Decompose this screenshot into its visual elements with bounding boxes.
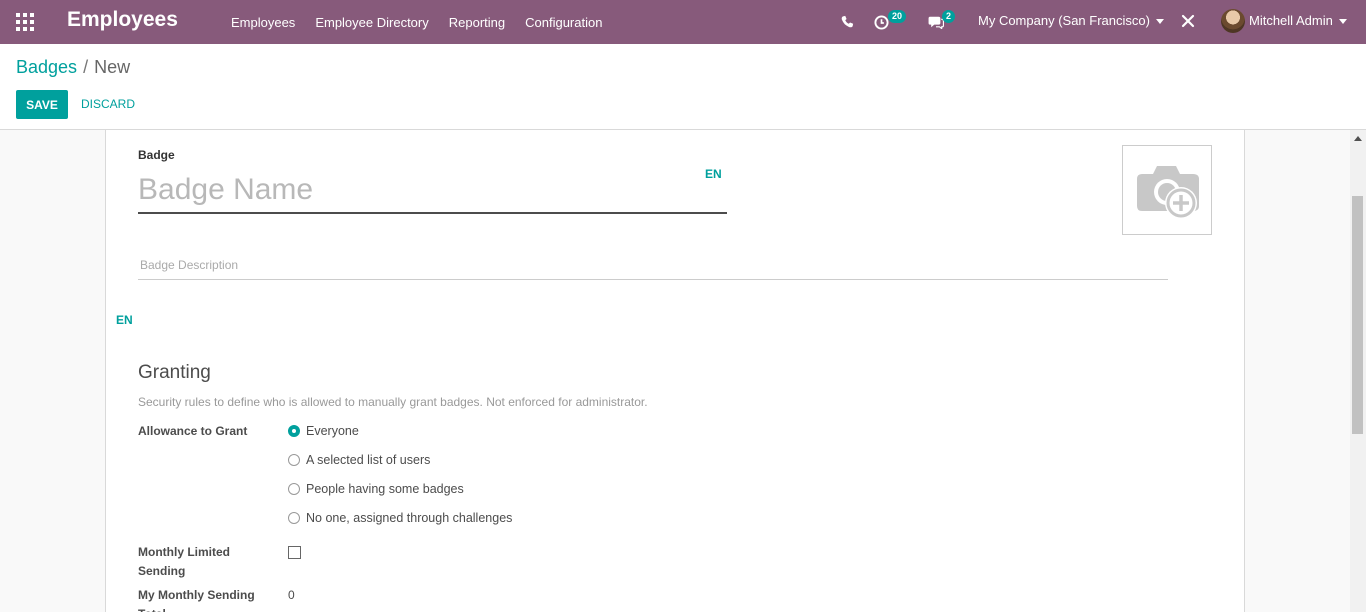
radio-button[interactable] — [288, 454, 300, 466]
main-menu: Employees Employee Directory Reporting C… — [231, 0, 622, 44]
menu-item-employees[interactable]: Employees — [231, 15, 295, 30]
radio-label: No one, assigned through challenges — [306, 511, 513, 525]
radio-button[interactable] — [288, 483, 300, 495]
chevron-down-icon — [1338, 19, 1347, 25]
monthly-limited-sending-checkbox[interactable] — [288, 546, 301, 559]
name-translate-button[interactable]: EN — [705, 167, 722, 181]
radio-option-people-with-badges[interactable]: People having some badges — [288, 482, 464, 496]
company-name: My Company (San Francisco) — [978, 13, 1150, 28]
scroll-up-arrow-icon[interactable] — [1354, 136, 1362, 141]
discard-button[interactable]: DISCARD — [81, 97, 135, 111]
monthly-sending-total-label: My Monthly Sending Total — [138, 588, 255, 612]
menu-item-employee-directory[interactable]: Employee Directory — [315, 15, 428, 30]
breadcrumb-separator: / — [83, 57, 89, 77]
radio-button[interactable] — [288, 512, 300, 524]
control-panel: Badges / New SAVE DISCARD — [0, 44, 1366, 130]
allowance-to-grant-label: Allowance to Grant — [138, 424, 248, 438]
radio-button-checked[interactable] — [288, 425, 300, 437]
company-switcher[interactable]: My Company (San Francisco) — [978, 13, 1164, 28]
messages-count-badge: 2 — [942, 10, 956, 23]
menu-item-configuration[interactable]: Configuration — [525, 15, 602, 30]
top-navbar: Employees Employees Employee Directory R… — [0, 0, 1366, 44]
scrollbar-thumb[interactable] — [1352, 196, 1363, 434]
vertical-scrollbar[interactable] — [1350, 130, 1366, 612]
radio-label: A selected list of users — [306, 453, 431, 467]
app-brand[interactable]: Employees — [67, 8, 178, 32]
description-translate-button[interactable]: EN — [116, 313, 133, 327]
monthly-sending-total-value: 0 — [288, 588, 295, 602]
chevron-down-icon — [1155, 19, 1164, 25]
save-button[interactable]: SAVE — [16, 90, 68, 119]
messages-chat-icon[interactable] — [928, 0, 944, 44]
user-menu[interactable]: Mitchell Admin — [1249, 13, 1347, 28]
badge-description-input[interactable] — [138, 250, 1168, 280]
activity-count-badge: 20 — [888, 10, 907, 23]
radio-label: Everyone — [306, 424, 359, 438]
breadcrumb-current: New — [94, 57, 131, 77]
badge-name-input[interactable] — [138, 168, 727, 214]
radio-option-everyone[interactable]: Everyone — [288, 424, 359, 438]
badge-label: Badge — [138, 148, 175, 162]
radio-option-selected-users[interactable]: A selected list of users — [288, 453, 430, 467]
granting-section-title: Granting — [138, 362, 211, 383]
activity-clock-icon[interactable] — [874, 0, 889, 44]
phone-icon[interactable] — [840, 0, 854, 44]
breadcrumb: Badges / New — [16, 57, 130, 78]
monthly-limited-sending-label: Monthly Limited Sending — [138, 545, 230, 578]
badge-image-upload[interactable] — [1122, 145, 1212, 235]
breadcrumb-badges[interactable]: Badges — [16, 57, 77, 77]
radio-label: People having some badges — [306, 482, 464, 496]
form-view: Badge EN EN Granting Security rules to d… — [0, 130, 1350, 612]
user-name: Mitchell Admin — [1249, 13, 1333, 28]
user-avatar[interactable] — [1221, 9, 1245, 33]
menu-item-reporting[interactable]: Reporting — [449, 15, 505, 30]
radio-option-no-one[interactable]: No one, assigned through challenges — [288, 511, 512, 525]
granting-help-text: Security rules to define who is allowed … — [138, 395, 648, 409]
apps-menu-icon[interactable] — [16, 13, 34, 31]
form-sheet: Badge EN EN Granting Security rules to d… — [105, 130, 1245, 612]
camera-add-icon — [1137, 166, 1199, 219]
debug-tools-icon[interactable] — [1181, 13, 1195, 32]
